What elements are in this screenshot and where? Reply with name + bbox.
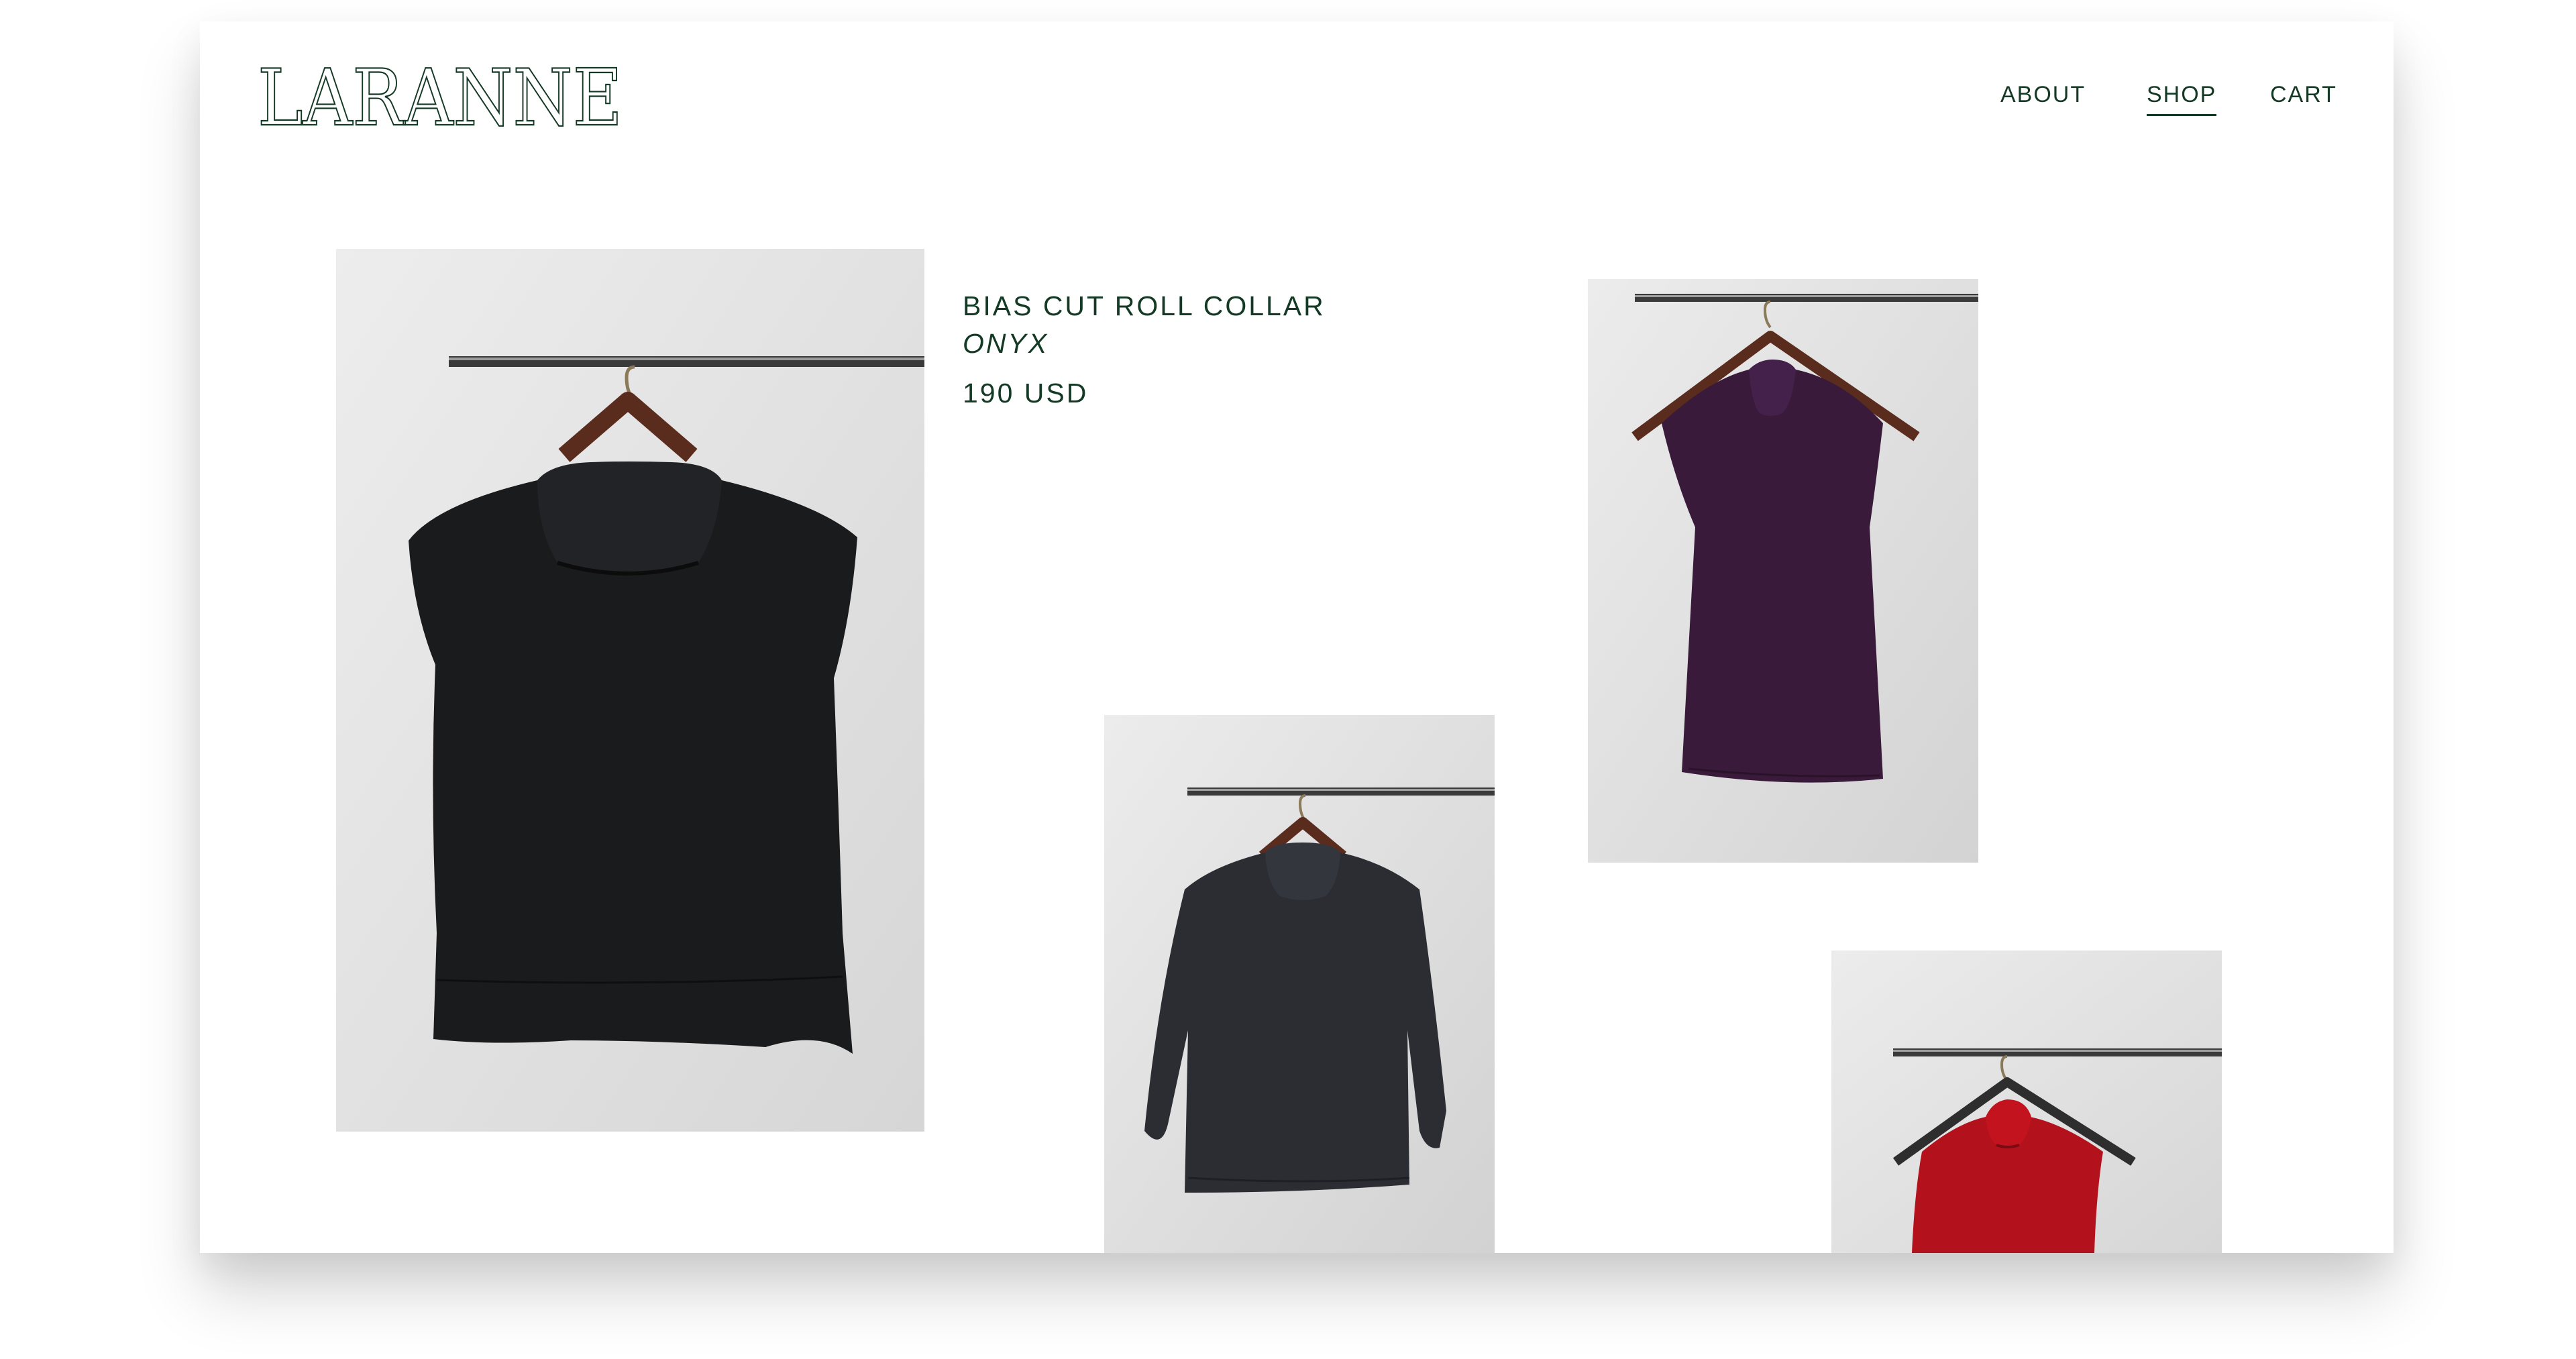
product-price: 190 USD — [963, 378, 1089, 409]
page: LARANNE ABOUT SHOP CART BIAS CUT ROLL CO… — [0, 0, 2576, 1359]
brand-logo-text: LARANNE — [258, 62, 623, 135]
nav-about[interactable]: ABOUT — [2000, 82, 2086, 122]
nav-shop-label: SHOP — [2147, 82, 2217, 107]
product-info: BIAS CUT ROLL COLLAR ONYX 190 USD — [963, 287, 1326, 412]
product-photo-red[interactable] — [1831, 950, 2222, 1253]
active-nav-underline — [2147, 114, 2217, 116]
product-photo-grey[interactable] — [1104, 715, 1495, 1253]
product-color: ONYX — [963, 328, 1049, 359]
product-photo-main[interactable] — [336, 249, 924, 1132]
product-photo-plum[interactable] — [1588, 279, 1978, 863]
nav-about-label: ABOUT — [2000, 82, 2086, 107]
brand-logo[interactable]: LARANNE — [258, 62, 623, 135]
nav-cart-label: CART — [2270, 82, 2337, 107]
nav-shop[interactable]: SHOP — [2147, 82, 2217, 122]
product-name: BIAS CUT ROLL COLLAR — [963, 290, 1326, 321]
nav-cart[interactable]: CART — [2270, 82, 2337, 122]
browser-window: LARANNE ABOUT SHOP CART BIAS CUT ROLL CO… — [200, 21, 2394, 1253]
